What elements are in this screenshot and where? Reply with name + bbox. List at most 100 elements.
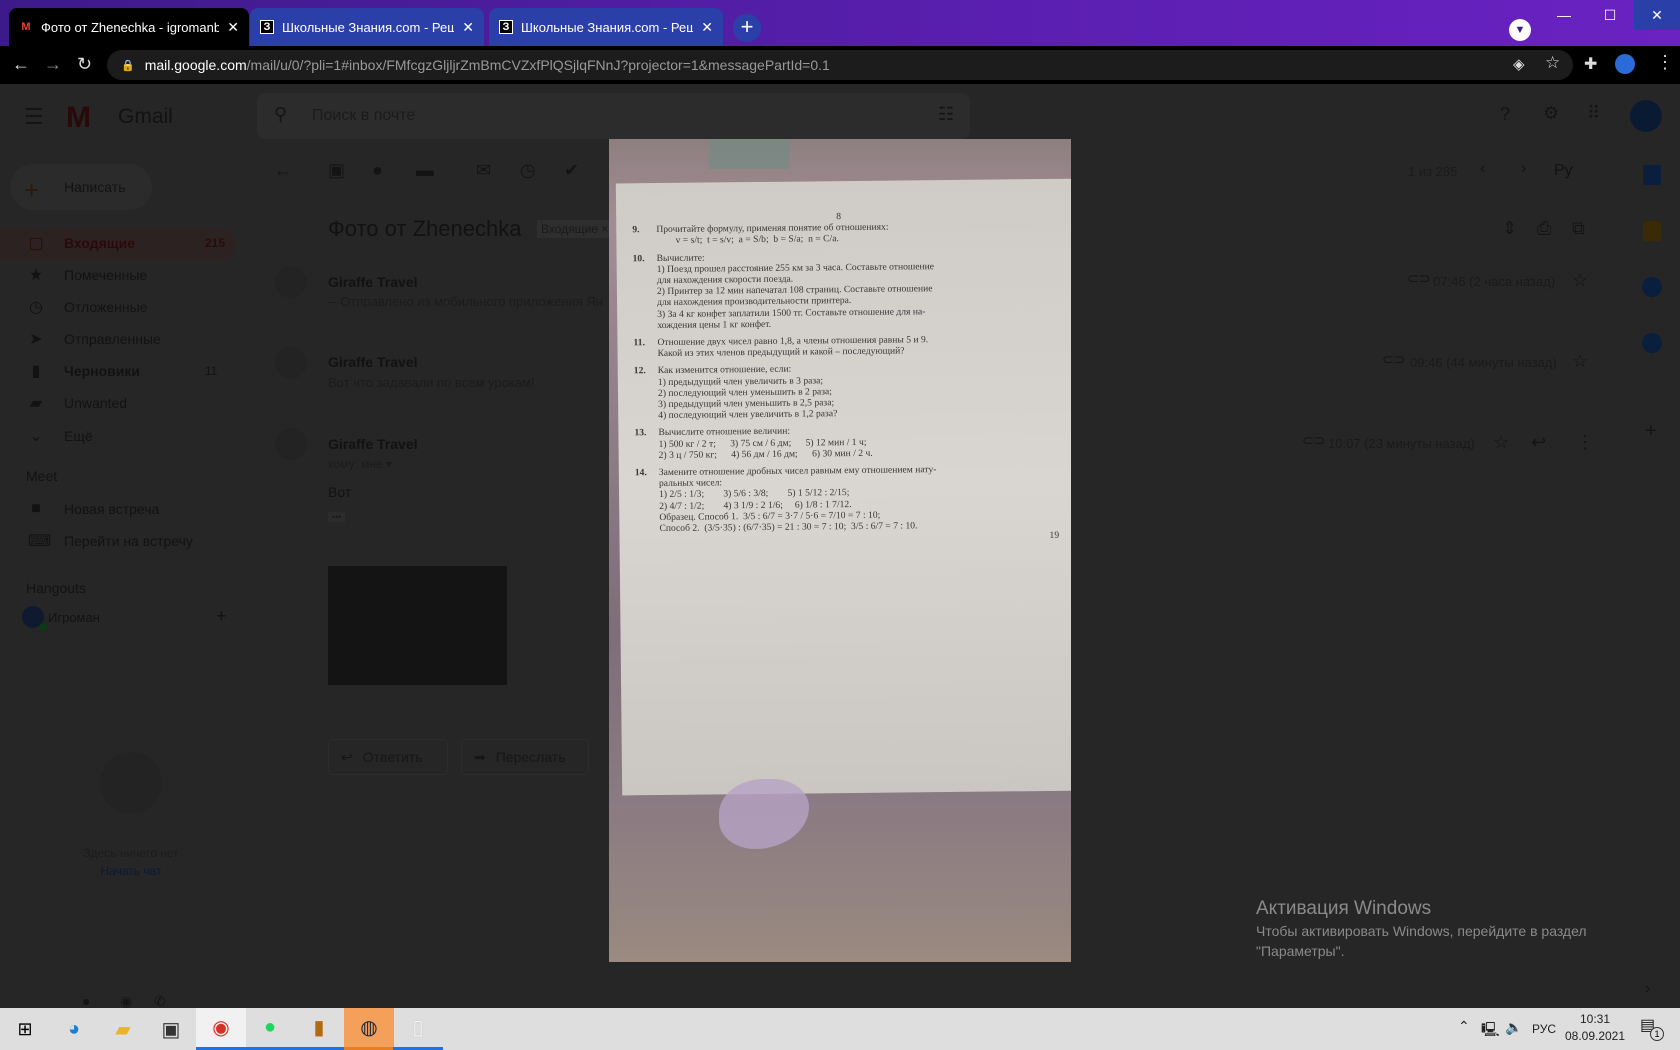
reply-button[interactable]: ↩ Ответить bbox=[328, 739, 448, 775]
message-time: 09:46 (44 минуты назад) bbox=[1410, 355, 1557, 370]
spotify-icon[interactable]: ● bbox=[245, 1008, 295, 1050]
snooze-icon[interactable]: ◷ bbox=[520, 160, 536, 181]
back-icon[interactable]: ← bbox=[12, 54, 30, 75]
notepad-icon[interactable]: ▯ bbox=[393, 1008, 443, 1050]
textbook-text: ральных чисел: bbox=[658, 477, 723, 490]
search-icon[interactable]: ⚲ bbox=[274, 104, 287, 125]
more-actions-icon[interactable]: ⋮ bbox=[1576, 432, 1594, 453]
sidebar-item-drafts[interactable]: ▮ Черновики 11 bbox=[0, 356, 236, 386]
open-new-window-icon[interactable]: ⧉ bbox=[1572, 218, 1585, 239]
lock-icon: 🔒 bbox=[121, 59, 135, 72]
help-icon[interactable]: ? bbox=[1500, 104, 1510, 125]
new-meeting-item[interactable]: ■ Новая встреча bbox=[0, 494, 236, 524]
newer-icon[interactable]: ‹ bbox=[1480, 160, 1485, 178]
reply-icon[interactable]: ↩ bbox=[1531, 432, 1546, 453]
bookmark-star-icon[interactable]: ☆ bbox=[1545, 53, 1560, 73]
steam-icon[interactable]: ◍ bbox=[344, 1008, 394, 1050]
new-tab-button[interactable]: + bbox=[733, 14, 761, 42]
message-snippet[interactable]: -- Отправлено из мобильного приложения Я… bbox=[328, 294, 608, 309]
calendar-icon[interactable] bbox=[1643, 165, 1661, 185]
tab-close-icon[interactable]: ✕ bbox=[701, 19, 713, 36]
star-toggle-icon[interactable]: ☆ bbox=[1572, 351, 1588, 372]
older-icon[interactable]: › bbox=[1521, 160, 1526, 178]
sidebar-item-starred[interactable]: ★ Помеченные bbox=[0, 260, 236, 290]
print-icon[interactable]: ⎙ bbox=[1537, 218, 1551, 239]
reply-icon: ↩ bbox=[341, 748, 353, 765]
join-meeting-item[interactable]: ⌨ Перейти на встречу bbox=[0, 526, 236, 556]
extensions-puzzle-icon[interactable]: ✚ bbox=[1584, 54, 1597, 74]
counter-strike-icon[interactable]: ▮ bbox=[294, 1008, 344, 1050]
archive-icon[interactable]: ▣ bbox=[328, 160, 345, 181]
tab-close-icon[interactable]: ✕ bbox=[462, 19, 474, 36]
inbox-label-chip[interactable]: Входящие × bbox=[537, 220, 613, 238]
tray-overflow-icon[interactable]: ⌃ bbox=[1458, 1018, 1470, 1035]
sidebar-item-more[interactable]: ⌄ Ещё bbox=[0, 421, 236, 451]
close-window-button[interactable]: ✕ bbox=[1634, 0, 1680, 30]
contacts-icon[interactable]: ● bbox=[82, 993, 90, 1009]
add-chat-icon[interactable]: + bbox=[216, 606, 227, 627]
image-attachment-thumbnail[interactable] bbox=[328, 566, 507, 685]
recipient-details[interactable]: кому: мне ▾ bbox=[328, 457, 392, 471]
clock-date[interactable]: 08.09.2021 bbox=[1562, 1029, 1628, 1043]
tab-search-icon[interactable]: ▼ bbox=[1509, 19, 1531, 41]
search-options-icon[interactable]: ☷ bbox=[938, 104, 954, 125]
maximize-button[interactable]: ☐ bbox=[1587, 0, 1633, 30]
show-side-panel-icon[interactable]: › bbox=[1645, 980, 1650, 998]
main-menu-icon[interactable]: ☰ bbox=[24, 104, 44, 130]
menu-dots-icon[interactable]: ⋮ bbox=[1656, 52, 1674, 73]
volume-icon[interactable]: 🔈 bbox=[1505, 1019, 1522, 1036]
profile-avatar[interactable] bbox=[1615, 54, 1635, 74]
star-toggle-icon[interactable]: ☆ bbox=[1572, 270, 1588, 291]
sidebar-item-unwanted[interactable]: ▰ Unwanted bbox=[0, 388, 236, 418]
message-snippet[interactable]: Вот что задавали по всем урокам! bbox=[328, 375, 535, 390]
reload-icon[interactable]: ↻ bbox=[77, 54, 92, 75]
message-sender[interactable]: Giraffe Travel bbox=[328, 354, 418, 370]
tab-close-icon[interactable]: ✕ bbox=[227, 19, 239, 36]
message-sender[interactable]: Giraffe Travel bbox=[328, 274, 418, 290]
hangouts-user[interactable]: Игроман bbox=[48, 610, 100, 625]
gmail-favicon-icon: M bbox=[21, 21, 31, 33]
apps-grid-icon[interactable]: ⠿ bbox=[1587, 103, 1600, 124]
chrome-icon[interactable]: ◉ bbox=[196, 1008, 246, 1050]
clock-time[interactable]: 10:31 bbox=[1570, 1012, 1620, 1026]
forward-icon[interactable]: → bbox=[44, 54, 62, 75]
forward-label: Переслать bbox=[495, 749, 566, 765]
tab-gmail[interactable]: M Фото от Zhenechka - igromanbe ✕ bbox=[9, 8, 249, 46]
input-language-indicator[interactable]: РУС bbox=[1532, 1022, 1556, 1036]
message-sender[interactable]: Giraffe Travel bbox=[328, 436, 418, 452]
input-language-select[interactable]: Ру bbox=[1554, 162, 1573, 180]
tasks-icon[interactable] bbox=[1642, 277, 1662, 297]
start-button[interactable]: ⊞ bbox=[0, 1008, 50, 1050]
file-explorer-icon[interactable]: ▰ bbox=[98, 1008, 148, 1050]
tab-znanija-2[interactable]: З Школьные Знания.com - Решае ✕ bbox=[489, 8, 723, 46]
search-input[interactable]: Поиск в почте bbox=[312, 107, 415, 125]
delete-icon[interactable]: ▬ bbox=[416, 160, 434, 181]
sidebar-item-inbox[interactable]: ▢ Входящие 215 bbox=[0, 228, 236, 258]
network-icon[interactable]: 🖳 bbox=[1481, 1019, 1500, 1043]
edge-icon[interactable]: ◕ bbox=[49, 1008, 99, 1050]
sidebar-item-snoozed[interactable]: ◷ Отложенные bbox=[0, 292, 236, 322]
star-toggle-icon[interactable]: ☆ bbox=[1493, 432, 1509, 453]
extension-eye-icon[interactable]: ◈ bbox=[1513, 55, 1525, 73]
account-avatar[interactable] bbox=[1630, 100, 1662, 132]
forward-button[interactable]: ➡ Переслать bbox=[461, 739, 589, 775]
minimize-button[interactable]: — bbox=[1541, 0, 1587, 30]
settings-gear-icon[interactable]: ⚙ bbox=[1543, 103, 1559, 124]
show-trimmed-button[interactable]: ••• bbox=[328, 512, 346, 522]
report-spam-icon[interactable]: ● bbox=[372, 160, 383, 181]
start-chat-link[interactable]: Начать чат bbox=[0, 864, 262, 878]
store-icon[interactable]: ▣ bbox=[146, 1008, 196, 1050]
photo-preview[interactable]: 8 9. Прочитайте формулу, применяя понятие … bbox=[609, 139, 1071, 962]
mark-unread-icon[interactable]: ✉ bbox=[476, 160, 491, 181]
meet-heading: Meet bbox=[26, 468, 58, 484]
address-bar[interactable]: 🔒 mail.google.com/mail/u/0/?pli=1#inbox/… bbox=[107, 50, 1573, 80]
back-to-inbox-icon[interactable]: ← bbox=[274, 160, 292, 181]
add-addon-icon[interactable]: + bbox=[1645, 420, 1657, 443]
tab-znanija-1[interactable]: З Школьные Знания.com - Решае ✕ bbox=[250, 8, 484, 46]
contacts-panel-icon[interactable] bbox=[1642, 333, 1662, 353]
sidebar-item-sent[interactable]: ➤ Отправленные bbox=[0, 324, 236, 354]
znanija-favicon-icon: З bbox=[260, 20, 274, 34]
expand-all-icon[interactable]: ⇕ bbox=[1502, 218, 1517, 239]
keep-icon[interactable] bbox=[1643, 221, 1661, 241]
add-task-icon[interactable]: ✔ bbox=[564, 160, 579, 181]
